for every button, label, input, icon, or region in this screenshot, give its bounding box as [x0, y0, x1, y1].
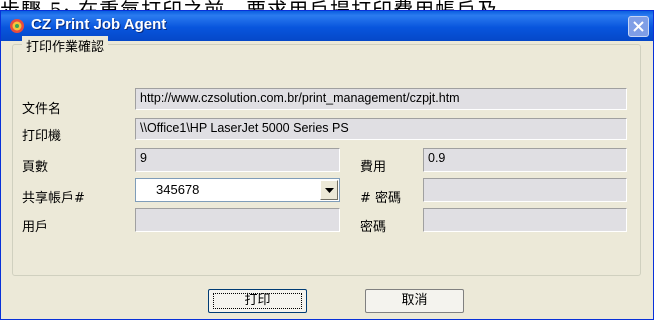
printer-label: 打印機: [22, 129, 62, 144]
password-field[interactable]: [423, 208, 627, 232]
close-icon: [633, 21, 644, 32]
print-button[interactable]: 打印: [208, 289, 307, 313]
shared-account-value: 345678: [156, 182, 200, 197]
group-title: 打印作業確認: [22, 36, 109, 55]
cost-label: 費用: [360, 160, 387, 175]
pages-label: 頁數: [22, 160, 49, 175]
cancel-button-label: 取消: [401, 293, 428, 308]
filename-field: http://www.czsolution.com.br/print_manag…: [135, 88, 627, 110]
user-field[interactable]: [135, 208, 340, 232]
chevron-down-icon: [325, 188, 334, 193]
account-password-label: # 密碼: [360, 191, 402, 206]
password-label: 密碼: [360, 220, 387, 235]
shared-account-label: 共享帳戶#: [22, 191, 85, 206]
cancel-button[interactable]: 取消: [365, 289, 464, 313]
shared-account-combobox[interactable]: 345678: [135, 178, 340, 202]
focus-ring: [213, 293, 302, 309]
printer-field: \\Office1\HP LaserJet 5000 Series PS: [135, 118, 627, 140]
close-button[interactable]: [628, 16, 649, 37]
cost-field: 0.9: [423, 148, 627, 172]
window-title: CZ Print Job Agent: [31, 16, 167, 33]
account-password-field[interactable]: [423, 178, 627, 202]
cz-app-icon: [9, 18, 25, 34]
dropdown-button[interactable]: [320, 180, 338, 200]
user-label: 用戶: [22, 220, 49, 235]
filename-label: 文件名: [22, 102, 62, 117]
pages-field: 9: [135, 148, 340, 172]
